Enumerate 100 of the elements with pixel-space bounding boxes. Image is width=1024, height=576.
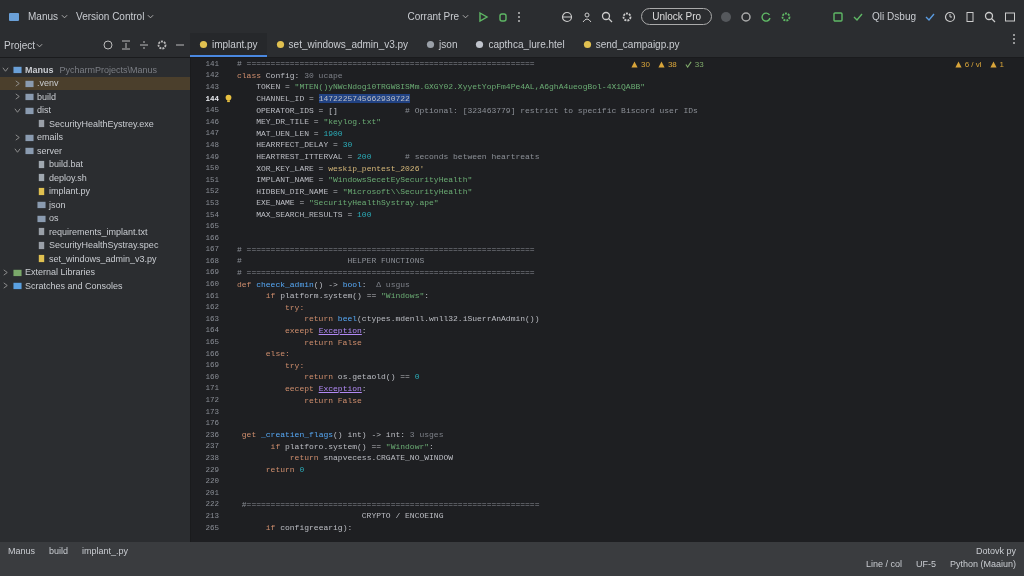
file-icon (37, 119, 46, 129)
typo-count[interactable]: 33 (694, 60, 704, 69)
warning-icon (954, 61, 962, 68)
collapsed-chevron-icon[interactable] (2, 268, 9, 276)
tree-item[interactable]: server (0, 144, 190, 158)
status-item[interactable]: Line / col (865, 558, 902, 569)
file-tab[interactable]: implant.py (190, 33, 267, 57)
file-tab[interactable]: capthca_lure.htel (466, 33, 574, 57)
lightbulb-icon[interactable] (223, 94, 233, 104)
warning-count[interactable]: 1 (999, 60, 1004, 69)
tree-item[interactable]: SecurityHealthSystray.spec (0, 238, 190, 252)
code-line: return False (303, 337, 362, 347)
warning-icon (631, 61, 638, 68)
expanded-chevron-icon[interactable] (2, 66, 9, 74)
people-icon[interactable] (581, 10, 594, 23)
expanded-chevron-icon[interactable] (14, 147, 21, 155)
search-icon[interactable] (984, 10, 996, 23)
caret-icon[interactable] (147, 13, 155, 20)
record-icon[interactable] (740, 10, 753, 23)
breadcrumb-item[interactable]: build (49, 545, 69, 556)
code-line: HEARRFECT_DELAY = 30 (255, 140, 353, 150)
code-line: TOKEN = "MTEN()yNWcNdog10TRGW8ISMm.GXGY02.XyyetYopFm4Pe4AL,A6ghA4ueogBol-4X1QABB" (255, 82, 646, 92)
globe-icon[interactable] (561, 10, 574, 23)
code-line: return False (303, 395, 362, 405)
window-icon[interactable] (1004, 10, 1016, 23)
code-line: eecept Exception: (284, 383, 367, 393)
file-icon (275, 39, 285, 49)
code-line: return os.getaold() == 0 (303, 372, 420, 382)
caret-icon[interactable] (61, 13, 68, 20)
tree-item[interactable]: build (0, 90, 190, 104)
code-line: def cheeck_admin() -> bool: Δ usgus (237, 279, 410, 289)
check-icon (684, 61, 692, 68)
target-icon[interactable] (102, 39, 114, 51)
tree-item[interactable]: SecurityHealthEystrey.exe (0, 117, 190, 131)
file-icon (426, 39, 436, 49)
caret-icon[interactable] (36, 41, 44, 49)
project-view-menu[interactable]: Project (4, 39, 36, 51)
status-item[interactable]: Python (Maaiun) (949, 558, 1016, 569)
code-line: # ============================================================ (237, 268, 535, 277)
file-icon (475, 39, 485, 49)
collapsed-chevron-icon[interactable] (14, 133, 21, 141)
tree-item[interactable]: External Libraries (0, 265, 190, 279)
code-line: if platforo.system() == "Windowr": (269, 441, 434, 451)
more-icon[interactable] (517, 10, 522, 23)
code-line: HEARTREST_ITTERVAL = 200 # seconds between heartreats (255, 152, 540, 162)
tree-item[interactable]: dist (0, 103, 190, 117)
code-line: OPERATOR_IDS = [] # Optional: [323463779] restrict to specific Biscord user IDs (255, 105, 698, 115)
tree-item[interactable]: deploy.sh (0, 171, 190, 185)
tree-item[interactable]: os (0, 211, 190, 225)
collapsed-chevron-icon[interactable] (14, 93, 21, 101)
tree-item[interactable]: requirements_implant.txt (0, 225, 190, 239)
square-icon[interactable] (832, 10, 845, 23)
file-tab[interactable]: send_campaigp.py (573, 33, 689, 57)
settings-icon[interactable] (156, 39, 168, 51)
tree-item[interactable]: .venv (0, 76, 190, 90)
code-line: try: (284, 360, 305, 370)
vcs-menu[interactable]: Version Control (76, 11, 145, 22)
code-line: HIDBEN_DIR_NAME = "Microsoft\\SecurityHealth" (255, 186, 473, 196)
search-icon[interactable] (601, 10, 614, 23)
tree-item[interactable]: Manus PycharmProjects\Manus (0, 63, 190, 77)
code-line: CRYPTO / ENCOEING (360, 511, 444, 521)
clock-icon[interactable] (944, 10, 956, 23)
code-line: return beel(ctypes.mdenll.wnll32.iSuerrAnAdmin()) (303, 314, 540, 324)
warning-count[interactable]: 6 / vl (964, 60, 982, 69)
run-config-menu[interactable]: Corrant Pre (407, 11, 460, 22)
file-tab[interactable]: json (417, 33, 467, 57)
collapsed-chevron-icon[interactable] (2, 282, 9, 290)
caret-icon[interactable] (462, 13, 470, 20)
expanded-chevron-icon[interactable] (14, 106, 21, 114)
debug-icon[interactable] (497, 10, 510, 23)
breadcrumb-item[interactable]: implant_.py (82, 545, 129, 556)
refresh-icon[interactable] (760, 10, 773, 23)
more-icon[interactable] (1012, 33, 1016, 45)
status-item[interactable]: UF-5 (915, 558, 936, 569)
file-icon (199, 39, 208, 49)
tree-item[interactable]: emails (0, 130, 190, 144)
file-tab[interactable]: set_windows_admin_v3.py (266, 33, 418, 57)
workspace-menu[interactable]: Manus (28, 11, 58, 22)
collapsed-chevron-icon[interactable] (14, 79, 21, 87)
breadcrumb-item[interactable]: Manus (8, 545, 35, 556)
tree-item[interactable]: build.bat (0, 157, 190, 171)
code-line: MAX_SEARCH_RESULTS = 100 (255, 210, 372, 219)
tree-item[interactable]: json (0, 198, 190, 212)
code-line: get _creatien_flags() int) -> int: 3 usges (240, 430, 444, 440)
code-line: try: (284, 302, 305, 312)
code-line: #============================================================= (240, 499, 540, 509)
code-line: exeept Exception: (284, 325, 367, 335)
warning-count[interactable]: 38 (667, 60, 677, 69)
debug-config[interactable]: Qli Dsbug (872, 11, 916, 22)
file-icon (582, 39, 592, 49)
code-line: # ============================================================ (237, 59, 535, 69)
warning-count[interactable]: 30 (641, 60, 650, 69)
run-icon[interactable] (477, 10, 490, 23)
code-line: return 0 (264, 465, 305, 475)
settings-icon[interactable] (621, 10, 634, 23)
tree-item[interactable]: Scratches and Consoles (0, 279, 190, 293)
document-icon[interactable] (964, 10, 976, 23)
file-indicator[interactable]: Dotovk py (975, 545, 1016, 556)
tree-item[interactable]: implant.py (0, 184, 190, 198)
tree-item[interactable]: set_windows_admin_v3.py (0, 252, 190, 266)
